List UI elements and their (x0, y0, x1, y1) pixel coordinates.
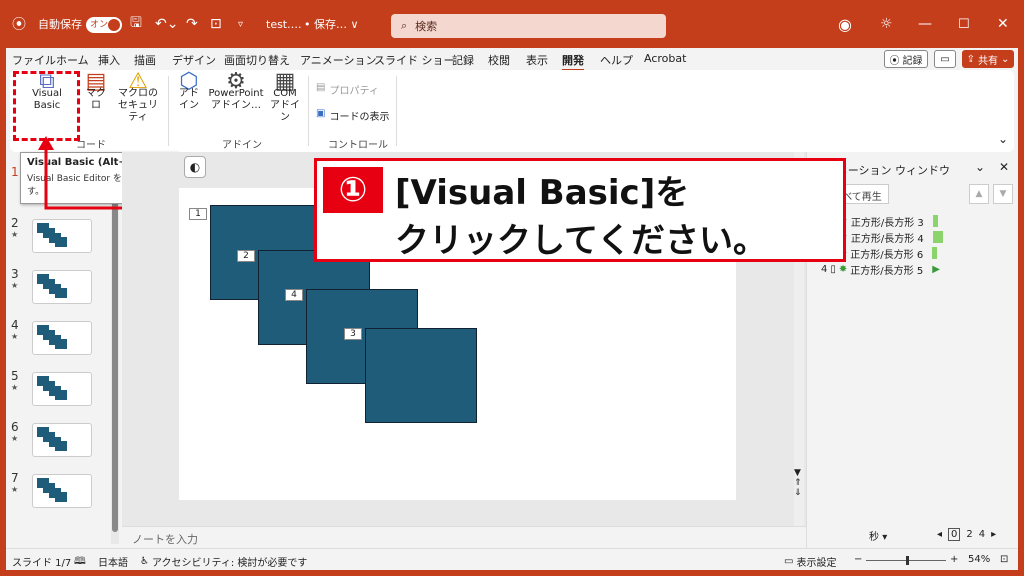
zoom-slider-handle[interactable] (906, 556, 909, 565)
display-icon: ▭ (784, 556, 794, 567)
instruction-callout: ① [Visual Basic]を クリックしてください。 (314, 158, 846, 262)
rectangle-5[interactable] (365, 328, 477, 423)
fit-slide-icon[interactable]: ⊡ (1000, 554, 1008, 565)
designer-icon[interactable]: ◐ (184, 156, 206, 178)
scroll-down-icon[interactable]: ▼ ⇑ ⇓ (794, 468, 802, 498)
step-number-badge: ① (323, 167, 383, 213)
close-pane-icon[interactable]: ✕ (999, 160, 1009, 174)
animation-tag: 3 (344, 328, 362, 340)
callout-line-2: クリックしてください。 (395, 221, 767, 261)
animation-item[interactable]: 4 ▯ ✸ 正方形/長方形 5 ▶ (821, 262, 940, 277)
chevron-right-icon: ▸ (991, 529, 997, 540)
mouse-icon: ▯ (830, 263, 836, 275)
callout-line-1: [Visual Basic]を (395, 173, 690, 213)
status-bar: スライド 1/7 🕮 日本語 ♿ アクセシビリティ: 検討が必要です ▭ 表示設定 … (6, 548, 1018, 570)
move-down-icon[interactable]: ▼ (993, 184, 1013, 204)
seconds-dropdown[interactable]: 秒 ▾ (869, 528, 887, 543)
notes-input[interactable]: ノートを入力 (122, 526, 806, 548)
timeline-bar (932, 247, 938, 259)
zoom-in-icon[interactable]: + (950, 554, 958, 565)
animation-tag: 1 (189, 208, 207, 220)
zoom-level[interactable]: 54% (968, 554, 990, 565)
play-icon: ▶ (932, 263, 940, 275)
timeline-scale[interactable]: ◂ 0 2 4 ▸ (937, 528, 996, 541)
slide-counter: スライド 1/7 (12, 558, 72, 569)
display-settings-button[interactable]: ▭ 表示設定 (784, 554, 836, 569)
chevron-left-icon: ◂ (937, 529, 943, 540)
accessibility-icon: ♿ (140, 556, 149, 567)
notes-book-icon[interactable]: 🕮 (74, 554, 86, 571)
chevron-down-icon: ▾ (882, 532, 888, 543)
language-status[interactable]: 日本語 (98, 554, 128, 569)
timeline-bar (932, 231, 943, 243)
animation-tag: 4 (285, 289, 303, 301)
chevron-down-icon[interactable]: ⌄ (975, 160, 985, 174)
accessibility-status[interactable]: ♿ アクセシビリティ: 検討が必要です (140, 554, 307, 569)
timeline-bar (932, 215, 938, 227)
move-up-icon[interactable]: ▲ (969, 184, 989, 204)
entrance-effect-icon: ✸ (838, 263, 848, 275)
animation-tag: 2 (237, 250, 255, 262)
zoom-slider[interactable] (866, 556, 946, 565)
zoom-out-icon[interactable]: − (854, 554, 862, 565)
